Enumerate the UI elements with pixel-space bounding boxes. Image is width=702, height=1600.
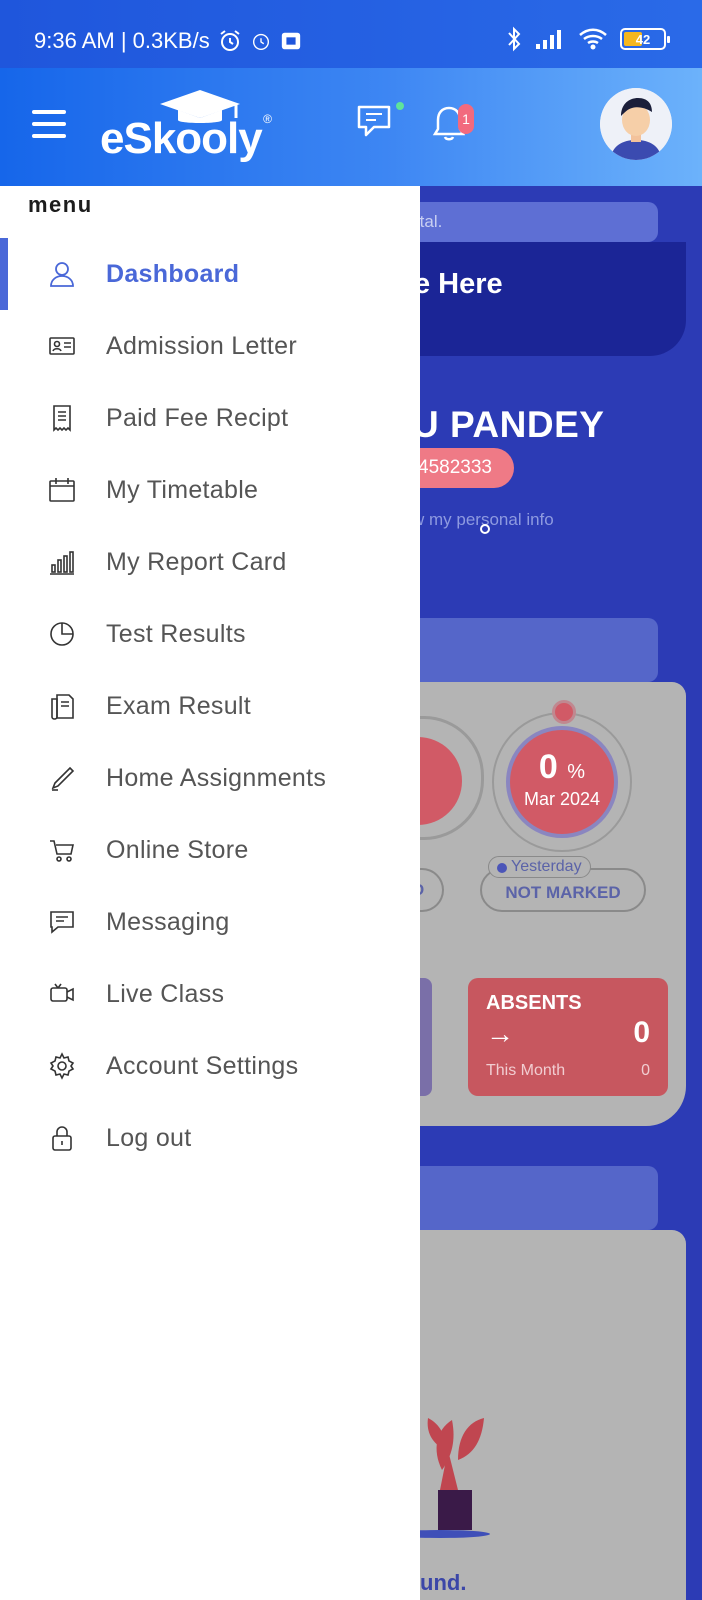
menu-item-online-store[interactable]: Online Store <box>0 820 420 880</box>
menu-label-home-assignments: Home Assignments <box>106 763 327 792</box>
menu-label-paid-fee-recipt: Paid Fee Recipt <box>106 403 289 432</box>
welcome-banner: e Here <box>380 242 686 356</box>
cart-icon <box>48 836 76 864</box>
menu-item-home-assignments[interactable]: Home Assignments <box>0 748 420 808</box>
absents-box: ABSENTS → 0 This Month 0 <box>468 978 668 1096</box>
menu-label-dashboard: Dashboard <box>106 259 240 288</box>
absents-month-label: This Month <box>486 1062 566 1079</box>
status-right: 42 <box>506 26 670 52</box>
chat-icon[interactable] <box>356 102 396 142</box>
calendar-icon <box>48 476 76 504</box>
profile-avatar[interactable] <box>600 88 672 160</box>
chat-online-dot <box>396 102 404 110</box>
attendance-tab <box>380 618 658 682</box>
attendance-ring-month: 0 % Mar 2024 <box>492 700 632 852</box>
ring-month-inner: 0 % Mar 2024 <box>506 726 618 838</box>
pen-icon <box>48 764 76 792</box>
ring-knob <box>552 700 576 724</box>
menu-label-messaging: Messaging <box>106 907 230 936</box>
logo-registered-mark: ® <box>263 112 272 126</box>
arrow-right-icon: → <box>486 1018 514 1049</box>
alarm-icon <box>220 30 240 51</box>
user-icon <box>48 260 76 288</box>
message-icon <box>48 908 76 936</box>
status-bar: 9:36 AM | 0.3KB/s 42 <box>0 0 702 68</box>
menu-label-test-results: Test Results <box>106 619 246 648</box>
user-avatar-icon <box>600 88 672 160</box>
percent-display: 0 % <box>510 748 614 787</box>
attendance-card: l 0 % Mar 2024 ED NOT MARKED Yesterday 1… <box>380 682 686 1126</box>
id-card-icon <box>48 332 76 360</box>
menu-toggle-icon[interactable] <box>32 110 66 138</box>
drawer-title: menu <box>28 192 93 217</box>
side-drawer: menu Dashboard Admission Letter Paid Fee… <box>0 186 420 1600</box>
second-tab <box>380 1166 658 1230</box>
notice-bar: rtal. <box>380 202 658 242</box>
percent-value: 0 <box>538 748 558 786</box>
absents-month-value: 0 <box>641 1062 650 1079</box>
battery-icon: 42 <box>620 28 670 50</box>
percent-month: Mar 2024 <box>523 789 601 809</box>
status-time: 9:36 AM | 0.3KB/s <box>34 28 210 53</box>
menu-label-my-timetable: My Timetable <box>106 475 259 504</box>
bluetooth-icon <box>508 26 521 52</box>
bar-chart-icon <box>48 548 76 576</box>
menu-label-online-store: Online Store <box>106 835 249 864</box>
empty-state-card: und. <box>380 1230 686 1600</box>
menu-label-exam-result: Exam Result <box>106 691 252 720</box>
pie-chart-icon <box>48 620 76 648</box>
status-left: 9:36 AM | 0.3KB/s <box>34 28 302 54</box>
menu-label-live-class: Live Class <box>106 979 225 1008</box>
gear-icon <box>48 1052 76 1080</box>
empty-state-text: und. <box>420 1570 467 1595</box>
receipt-icon <box>48 404 76 432</box>
eskooly-logo: eSkooly ® <box>100 88 278 168</box>
menu-item-my-timetable[interactable]: My Timetable <box>0 460 420 520</box>
menu-label-admission-letter: Admission Letter <box>106 331 297 360</box>
menu-item-log-out[interactable]: Log out <box>0 1108 420 1168</box>
battery-level: 42 <box>635 31 651 47</box>
student-name: U PANDEY <box>412 404 605 445</box>
signal-icon <box>536 30 561 49</box>
menu-item-messaging[interactable]: Messaging <box>0 892 420 952</box>
app-header: eSkooly ® 1 <box>0 68 702 186</box>
clock-icon <box>252 33 269 50</box>
app-notification-icon <box>281 32 300 50</box>
video-icon <box>48 980 76 1008</box>
carousel-dot <box>480 524 490 534</box>
menu-item-test-results[interactable]: Test Results <box>0 604 420 664</box>
logo-text: eSkooly <box>100 114 263 163</box>
menu-item-dashboard[interactable]: Dashboard <box>0 244 420 304</box>
yesterday-tag: Yesterday <box>488 856 591 878</box>
menu-label-my-report-card: My Report Card <box>106 547 287 576</box>
menu-item-my-report-card[interactable]: My Report Card <box>0 532 420 592</box>
menu-item-live-class[interactable]: Live Class <box>0 964 420 1024</box>
menu-item-admission-letter[interactable]: Admission Letter <box>0 316 420 376</box>
lock-icon <box>48 1124 76 1152</box>
menu-item-exam-result[interactable]: Exam Result <box>0 676 420 736</box>
menu-label-log-out: Log out <box>106 1123 192 1152</box>
percent-sign: % <box>567 761 586 783</box>
menu-label-account-settings: Account Settings <box>106 1051 299 1080</box>
absents-value: 0 <box>633 1016 650 1049</box>
document-icon <box>48 692 76 720</box>
wifi-icon <box>579 28 607 50</box>
absents-title: ABSENTS <box>486 992 582 1014</box>
menu-item-account-settings[interactable]: Account Settings <box>0 1036 420 1096</box>
notification-badge: 1 <box>458 104 474 134</box>
menu-item-paid-fee-recipt[interactable]: Paid Fee Recipt <box>0 388 420 448</box>
